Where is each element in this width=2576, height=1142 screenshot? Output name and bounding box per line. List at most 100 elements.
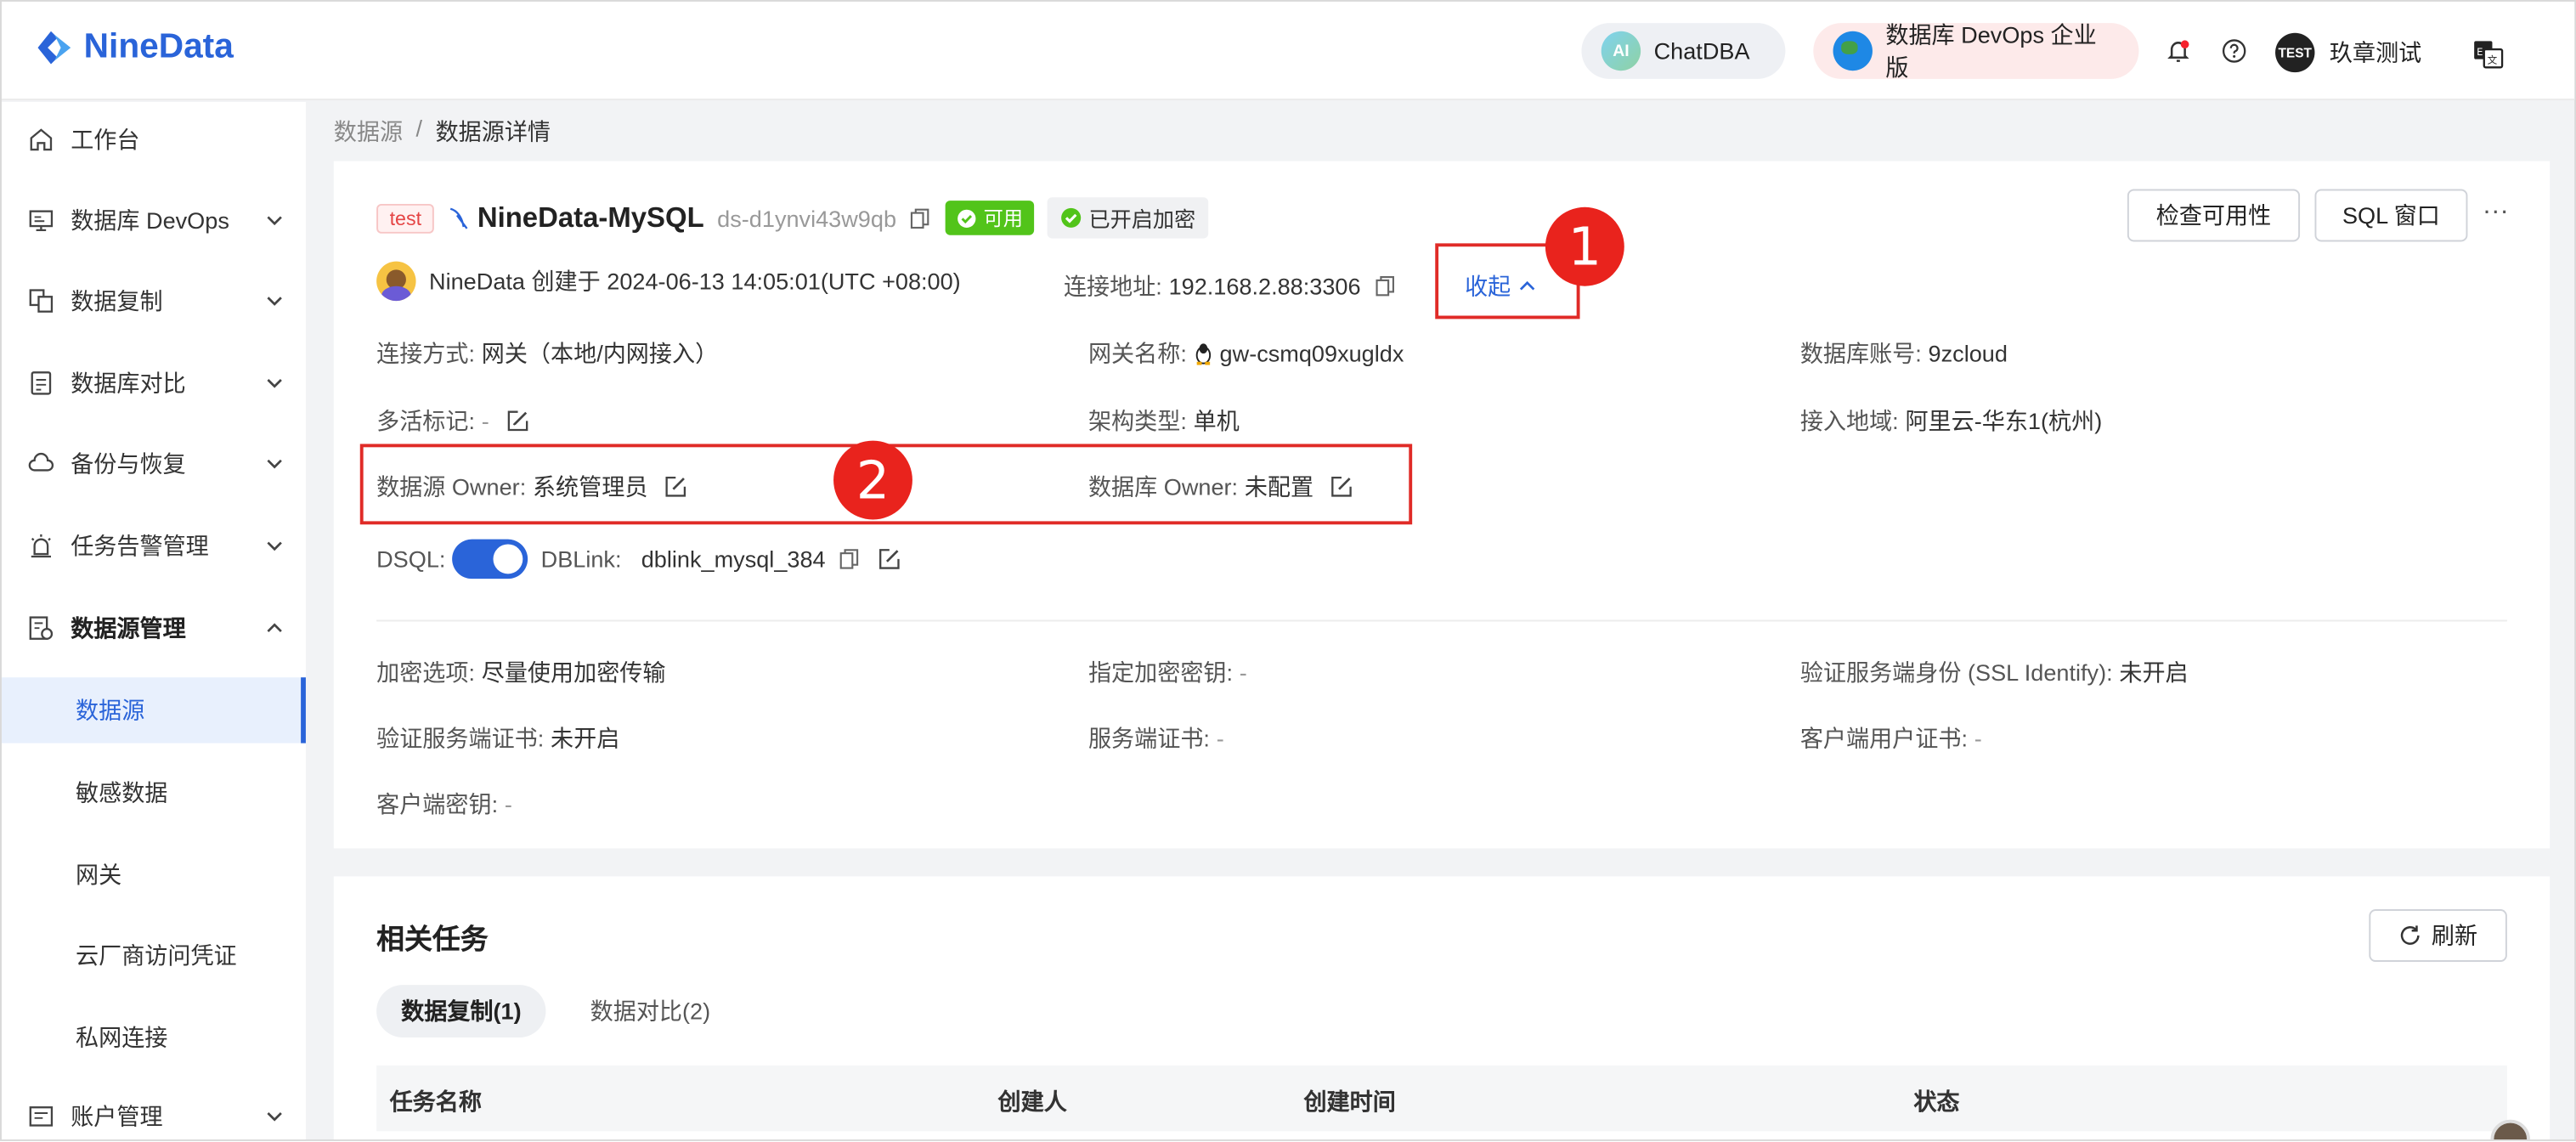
multi-active-field: 多活标记: -: [376, 404, 528, 438]
env-tag: test: [376, 202, 435, 233]
divider: [376, 619, 2507, 622]
region-field: 接入地域: 阿里云-华东1(杭州): [1800, 404, 2102, 438]
sidebar-item-label: 任务告警管理: [71, 532, 209, 559]
field-value: 阿里云-华东1(杭州): [1905, 407, 2103, 434]
chevron-down-icon: [267, 297, 282, 306]
sidebar-item-compare[interactable]: 数据库对比: [2, 350, 306, 416]
sidebar-item-label: 数据复制: [71, 287, 163, 314]
copy-icon[interactable]: [910, 206, 933, 229]
dsql-toggle[interactable]: [452, 539, 528, 579]
annotation-number-1: 1: [1545, 206, 1624, 286]
sidebar-item-datasource-mgmt[interactable]: 数据源管理: [2, 595, 306, 660]
linux-icon: [1195, 343, 1211, 365]
field-value: 未开启: [551, 725, 620, 752]
encryption-text: 已开启加密: [1088, 206, 1196, 232]
user-name[interactable]: 玖章测试: [2330, 37, 2421, 70]
sidebar-subitem-private-link[interactable]: 私网连接: [2, 1004, 306, 1070]
tab-replication[interactable]: 数据复制(1): [376, 985, 546, 1037]
arch-type-field: 架构类型: 单机: [1088, 404, 1240, 438]
connection-address: 连接地址: 192.168.2.88:3306: [1064, 269, 1397, 302]
sidebar-subitem-label: 云厂商访问凭证: [76, 941, 237, 969]
copy-icon[interactable]: [839, 547, 861, 570]
conn-mode-field: 连接方式: 网关（本地/内网接入）: [376, 337, 718, 370]
sidebar-item-devops[interactable]: 数据库 DevOps: [2, 188, 306, 253]
breadcrumb: 数据源 / 数据源详情: [334, 115, 551, 148]
field-label: 客户端密钥:: [376, 790, 499, 817]
help-icon[interactable]: [2221, 38, 2247, 65]
chevron-down-icon: [267, 379, 282, 388]
mysql-dolphin-icon: [450, 206, 469, 229]
more-icon[interactable]: ···: [2483, 197, 2509, 227]
field-value: 单机: [1193, 407, 1240, 434]
status-badge: 可用: [946, 201, 1035, 235]
encryption-badge: 已开启加密: [1048, 197, 1209, 239]
field-value[interactable]: gw-csmq09xugldx: [1220, 341, 1404, 367]
related-tasks-card: 相关任务 刷新 数据复制(1) 数据对比(2) 任务名称 创建人 创建时间 状态: [333, 876, 2551, 1139]
breadcrumb-current: 数据源详情: [435, 118, 551, 145]
creator-row: NineData 创建于 2024-06-13 14:05:01(UTC +08…: [376, 261, 961, 302]
breadcrumb-parent[interactable]: 数据源: [334, 115, 403, 148]
annotation-number-2: 2: [833, 440, 912, 520]
chatdba-button[interactable]: AI ChatDBA: [1581, 23, 1786, 79]
sidebar-subitem-cloud-credential[interactable]: 云厂商访问凭证: [2, 923, 306, 988]
edit-icon[interactable]: [878, 547, 901, 570]
sidebar: 工作台 数据库 DevOps 数据复制 数据库对比 备份与恢复 任务告警管理 数…: [1, 101, 306, 1139]
server-cert-field: 服务端证书: -: [1088, 721, 1224, 755]
status-text: 可用: [983, 206, 1024, 230]
chevron-down-icon: [267, 541, 282, 551]
dsql-dblink-row: DSQL: DBLink: dblink_mysql_384: [376, 539, 901, 579]
check-circle-icon: [958, 208, 976, 228]
sidebar-subitem-sensitive[interactable]: 敏感数据: [2, 760, 306, 825]
bell-icon[interactable]: [2165, 38, 2191, 65]
sidebar-subitem-datasource[interactable]: 数据源: [1, 677, 306, 743]
check-availability-button[interactable]: 检查可用性: [2127, 189, 2301, 242]
devops-edition-label: 数据库 DevOps 企业版: [1885, 21, 2097, 81]
check-circle-icon: [1061, 207, 1082, 228]
compare-icon: [31, 371, 52, 395]
sidebar-item-replication[interactable]: 数据复制: [2, 268, 306, 333]
user-avatar[interactable]: TEST: [2275, 32, 2315, 73]
chevron-up-icon: [267, 623, 282, 632]
monitor-icon: [29, 210, 54, 232]
sidebar-item-label: 账户管理: [71, 1103, 163, 1130]
language-icon[interactable]: En文: [2472, 38, 2505, 71]
refresh-label: 刷新: [2431, 922, 2478, 949]
home-icon: [30, 128, 53, 151]
sidebar-item-workbench[interactable]: 工作台: [2, 107, 306, 172]
logo[interactable]: NineData: [31, 25, 234, 71]
sidebar-subitem-label: 敏感数据: [76, 779, 168, 806]
sidebar-item-backup[interactable]: 备份与恢复: [2, 431, 306, 496]
sql-window-button[interactable]: SQL 窗口: [2314, 189, 2468, 242]
field-label: 加密选项:: [376, 659, 476, 686]
copy-icon[interactable]: [1374, 274, 1397, 297]
sidebar-item-alarm[interactable]: 任务告警管理: [2, 513, 306, 579]
sidebar-subitem-gateway[interactable]: 网关: [2, 842, 306, 907]
account-icon: [29, 1106, 54, 1127]
column-header: 任务名称: [389, 1088, 482, 1115]
column-header: 状态: [1913, 1088, 1960, 1115]
svg-text:文: 文: [2488, 54, 2498, 65]
sidebar-subitem-label: 网关: [76, 861, 122, 888]
sidebar-item-label: 数据库 DevOps: [71, 206, 229, 234]
tab-compare[interactable]: 数据对比(2): [566, 985, 736, 1037]
datasource-title-row: test NineData-MySQL ds-d1ynvi43w9qb 可用 已…: [376, 197, 1209, 239]
field-label: 架构类型:: [1087, 407, 1187, 434]
gateway-field: 网关名称: gw-csmq09xugldx: [1088, 337, 1404, 370]
field-value: dblink_mysql_384: [641, 546, 826, 573]
field-label: 服务端证书:: [1087, 725, 1210, 752]
chevron-down-icon: [267, 216, 282, 226]
edit-icon[interactable]: [506, 410, 528, 432]
field-value: 未开启: [2119, 659, 2189, 686]
datasource-detail-card: test NineData-MySQL ds-d1ynvi43w9qb 可用 已…: [333, 161, 2551, 849]
top-header: NineData AI ChatDBA 数据库 DevOps 企业版 TEST …: [1, 1, 2575, 101]
copy-icon: [29, 289, 54, 313]
field-label: 接入地域:: [1799, 407, 1899, 434]
sidebar-item-account[interactable]: 账户管理: [2, 1083, 306, 1139]
field-label: 验证服务端身份 (SSL Identify):: [1799, 659, 2113, 686]
datasource-name: NineData-MySQL: [477, 201, 704, 233]
field-label: 多活标记:: [376, 407, 476, 434]
ninedata-logo-icon: [37, 31, 71, 65]
refresh-button[interactable]: 刷新: [2369, 909, 2507, 962]
field-value: -: [481, 407, 489, 434]
devops-edition-button[interactable]: 数据库 DevOps 企业版: [1813, 21, 2139, 81]
